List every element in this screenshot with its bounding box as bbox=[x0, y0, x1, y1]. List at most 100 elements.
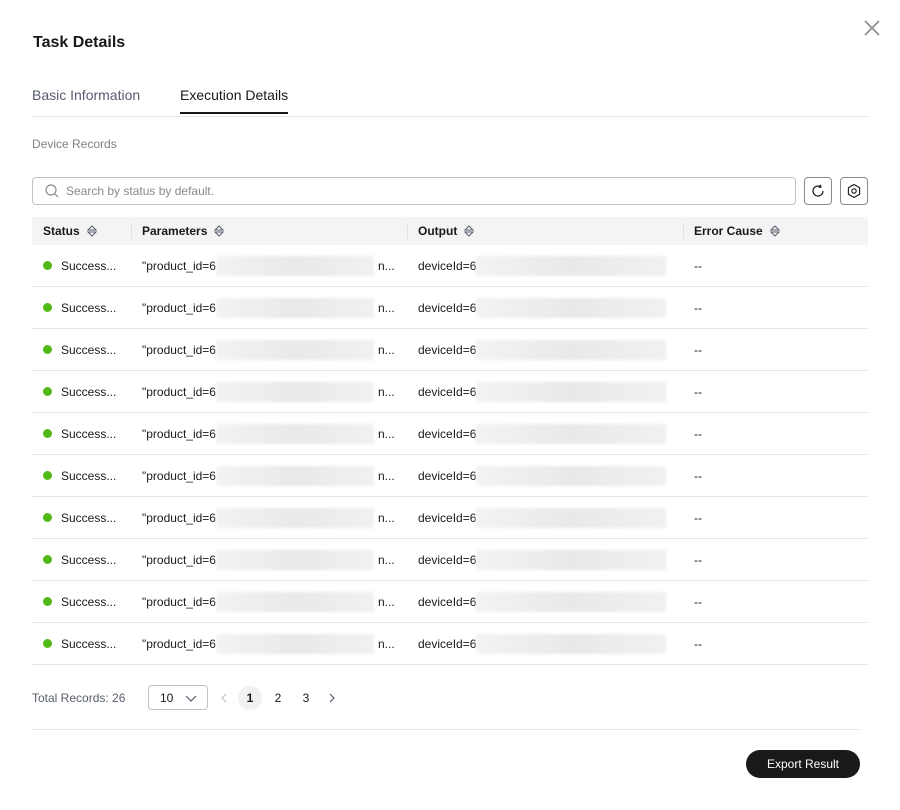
sort-icon[interactable] bbox=[769, 224, 781, 238]
sort-icon[interactable] bbox=[86, 224, 98, 238]
output-cell: deviceId=6 bbox=[418, 539, 672, 580]
parameters-text: "product_id=6 bbox=[142, 426, 216, 441]
output-text: deviceId=6 bbox=[418, 384, 477, 399]
redacted-value bbox=[476, 255, 667, 276]
column-header-status[interactable]: Status bbox=[32, 217, 98, 245]
redacted-value bbox=[215, 381, 374, 402]
parameters-cell: "product_id=6 n... bbox=[142, 371, 404, 412]
column-label: Output bbox=[418, 224, 458, 238]
page-3[interactable]: 3 bbox=[294, 686, 318, 710]
status-text: Success... bbox=[61, 258, 117, 273]
column-header-parameters[interactable]: Parameters bbox=[131, 217, 225, 245]
section-label: Device Records bbox=[32, 137, 117, 151]
page-size-select[interactable]: 10 bbox=[148, 685, 208, 710]
success-dot-icon bbox=[43, 597, 52, 606]
status-text: Success... bbox=[61, 468, 117, 483]
table-row[interactable]: Success... "product_id=6 n... deviceId=6 -- bbox=[32, 497, 868, 539]
output-text: deviceId=6 bbox=[418, 552, 477, 567]
parameters-text: "product_id=6 bbox=[142, 258, 216, 273]
redacted-value bbox=[215, 507, 374, 528]
table-row[interactable]: Success... "product_id=6 n... deviceId=6 -- bbox=[32, 581, 868, 623]
error-cause-cell: -- bbox=[694, 552, 702, 567]
redacted-value bbox=[215, 465, 374, 486]
output-cell: deviceId=6 bbox=[418, 245, 672, 286]
redacted-value bbox=[476, 591, 667, 612]
parameters-suffix: n... bbox=[377, 258, 395, 273]
status-cell: Success... bbox=[43, 371, 123, 412]
column-header-output[interactable]: Output bbox=[407, 217, 475, 245]
parameters-cell: "product_id=6 n... bbox=[142, 623, 404, 664]
chevron-left-icon bbox=[221, 693, 227, 703]
sort-icon[interactable] bbox=[463, 224, 475, 238]
next-page-button[interactable] bbox=[322, 687, 342, 709]
error-cause-cell: -- bbox=[694, 342, 702, 357]
table-row[interactable]: Success... "product_id=6 n... deviceId=6 -- bbox=[32, 287, 868, 329]
parameters-suffix: n... bbox=[377, 510, 395, 525]
parameters-suffix: n... bbox=[377, 636, 395, 651]
output-text: deviceId=6 bbox=[418, 594, 477, 609]
success-dot-icon bbox=[43, 555, 52, 564]
search-icon bbox=[45, 184, 59, 198]
table-row[interactable]: Success... "product_id=6 n... deviceId=6 -- bbox=[32, 623, 868, 665]
success-dot-icon bbox=[43, 261, 52, 270]
error-cause-cell: -- bbox=[694, 426, 702, 441]
status-cell: Success... bbox=[43, 329, 123, 370]
parameters-cell: "product_id=6 n... bbox=[142, 497, 404, 538]
tab-execution-details[interactable]: Execution Details bbox=[180, 87, 289, 114]
search-box[interactable] bbox=[32, 177, 796, 205]
sort-icon[interactable] bbox=[213, 224, 225, 238]
settings-button[interactable] bbox=[840, 177, 868, 205]
table-row[interactable]: Success... "product_id=6 n... deviceId=6 -- bbox=[32, 329, 868, 371]
status-text: Success... bbox=[61, 510, 117, 525]
export-result-button[interactable]: Export Result bbox=[746, 750, 860, 778]
error-cause-cell: -- bbox=[694, 636, 702, 651]
redacted-value bbox=[476, 633, 667, 654]
search-input[interactable] bbox=[66, 184, 766, 198]
redacted-value bbox=[476, 465, 667, 486]
parameters-text: "product_id=6 bbox=[142, 594, 216, 609]
output-cell: deviceId=6 bbox=[418, 623, 672, 664]
status-cell: Success... bbox=[43, 623, 123, 664]
error-cause-cell: -- bbox=[694, 510, 702, 525]
output-text: deviceId=6 bbox=[418, 468, 477, 483]
table-row[interactable]: Success... "product_id=6 n... deviceId=6 -- bbox=[32, 413, 868, 455]
chevron-right-icon bbox=[329, 693, 335, 703]
output-text: deviceId=6 bbox=[418, 258, 477, 273]
refresh-button[interactable] bbox=[804, 177, 832, 205]
parameters-suffix: n... bbox=[377, 300, 395, 315]
redacted-value bbox=[476, 381, 667, 402]
status-text: Success... bbox=[61, 384, 117, 399]
output-text: deviceId=6 bbox=[418, 636, 477, 651]
table-row[interactable]: Success... "product_id=6 n... deviceId=6 -- bbox=[32, 245, 868, 287]
redacted-value bbox=[215, 633, 374, 654]
tab-basic-information[interactable]: Basic Information bbox=[32, 87, 140, 113]
parameters-suffix: n... bbox=[377, 468, 395, 483]
output-cell: deviceId=6 bbox=[418, 287, 672, 328]
column-header-error-cause[interactable]: Error Cause bbox=[683, 217, 781, 245]
prev-page-button[interactable] bbox=[214, 687, 234, 709]
table-row[interactable]: Success... "product_id=6 n... deviceId=6 -- bbox=[32, 455, 868, 497]
parameters-cell: "product_id=6 n... bbox=[142, 581, 404, 622]
parameters-text: "product_id=6 bbox=[142, 552, 216, 567]
parameters-text: "product_id=6 bbox=[142, 300, 216, 315]
success-dot-icon bbox=[43, 387, 52, 396]
success-dot-icon bbox=[43, 471, 52, 480]
error-cause-cell: -- bbox=[694, 300, 702, 315]
redacted-value bbox=[476, 297, 667, 318]
column-label: Status bbox=[43, 224, 80, 238]
page-1[interactable]: 1 bbox=[238, 686, 262, 710]
redacted-value bbox=[476, 549, 667, 570]
column-label: Parameters bbox=[142, 224, 208, 238]
parameters-text: "product_id=6 bbox=[142, 468, 216, 483]
output-text: deviceId=6 bbox=[418, 426, 477, 441]
table-row[interactable]: Success... "product_id=6 n... deviceId=6 -- bbox=[32, 371, 868, 413]
close-button[interactable] bbox=[860, 16, 884, 40]
page-2[interactable]: 2 bbox=[266, 686, 290, 710]
output-cell: deviceId=6 bbox=[418, 497, 672, 538]
error-cause-cell: -- bbox=[694, 258, 702, 273]
output-cell: deviceId=6 bbox=[418, 329, 672, 370]
table-header: Status Parameters Output Error Cause bbox=[32, 217, 868, 245]
parameters-cell: "product_id=6 n... bbox=[142, 287, 404, 328]
output-text: deviceId=6 bbox=[418, 300, 477, 315]
table-row[interactable]: Success... "product_id=6 n... deviceId=6 -- bbox=[32, 539, 868, 581]
